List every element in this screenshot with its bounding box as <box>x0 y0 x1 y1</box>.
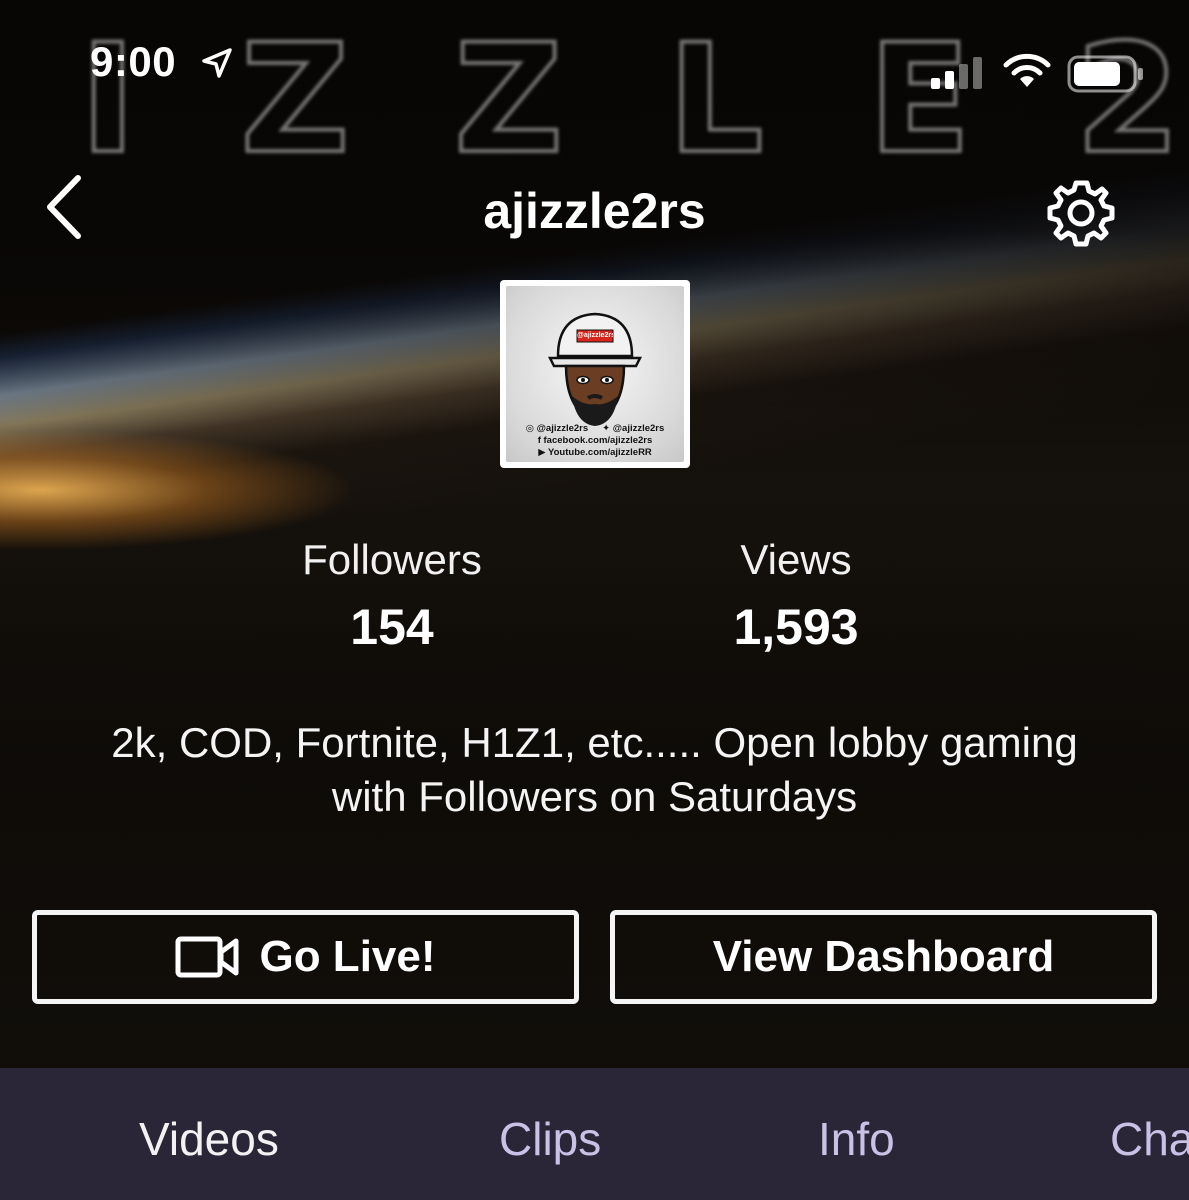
profile-bio: 2k, COD, Fortnite, H1Z1, etc..... Open l… <box>40 716 1149 824</box>
view-dashboard-button[interactable]: View Dashboard <box>610 910 1157 1004</box>
bio-line: 2k, COD, Fortnite, H1Z1, etc..... Open l… <box>111 719 1078 766</box>
tab-info[interactable]: Info <box>818 1112 895 1166</box>
watermark-letter: Z <box>452 13 565 187</box>
instagram-handle: ◎ @ajizzle2rs <box>525 423 589 434</box>
followers-label: Followers <box>302 536 482 583</box>
tab-clips[interactable]: Clips <box>499 1112 601 1166</box>
profile-avatar[interactable]: @ajizzle2rs ◎ @ajizzle2rs ✦ @ajizzle2rs … <box>500 280 690 468</box>
cellular-signal-icon <box>931 57 982 89</box>
bio-line: with Followers on Saturdays <box>331 773 858 820</box>
watermark-letter: 2 <box>1074 13 1182 187</box>
watermark-letter: Z <box>239 13 352 187</box>
followers-count[interactable]: 154 <box>242 598 542 656</box>
profile-screen: I Z Z L E 2 9:00 ajizzle2rs @ajizzle2rs … <box>0 0 1189 1200</box>
hat-label: @ajizzle2rs <box>577 332 613 339</box>
location-arrow-icon <box>202 48 232 78</box>
video-camera-icon <box>175 936 239 978</box>
go-live-button[interactable]: Go Live! <box>32 910 579 1004</box>
page-title: ajizzle2rs <box>483 183 706 239</box>
tab-chat[interactable]: Cha <box>1110 1112 1189 1166</box>
banner-watermark: I Z Z L E 2 <box>78 13 1182 187</box>
go-live-label: Go Live! <box>259 932 436 981</box>
status-time: 9:00 <box>90 38 177 85</box>
watermark-letter: L <box>666 13 766 187</box>
views-label: Views <box>740 536 852 583</box>
gear-icon[interactable] <box>1046 178 1116 248</box>
avatar-image: @ajizzle2rs ◎ @ajizzle2rs ✦ @ajizzle2rs … <box>506 286 684 462</box>
wifi-icon <box>1003 53 1051 87</box>
view-dashboard-label: View Dashboard <box>712 932 1055 981</box>
watermark-letter: E <box>866 13 972 187</box>
youtube-handle: ▶ Youtube.com/ajizzleRR <box>538 447 652 458</box>
facebook-handle: f facebook.com/ajizzle2rs <box>537 435 653 446</box>
avatar-socials: ◎ @ajizzle2rs ✦ @ajizzle2rs f facebook.c… <box>506 423 684 459</box>
tab-videos[interactable]: Videos <box>139 1112 279 1166</box>
battery-icon <box>1067 55 1143 93</box>
twitter-handle: ✦ @ajizzle2rs <box>602 423 665 434</box>
views-count: 1,593 <box>733 599 859 655</box>
